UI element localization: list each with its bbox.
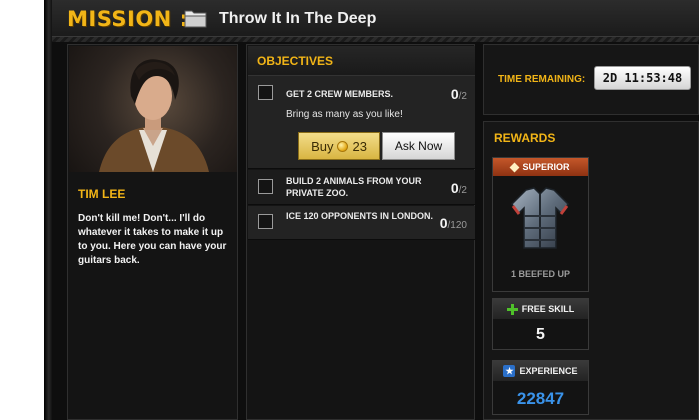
reward-item-name: 1 BEEFED UP xyxy=(510,269,570,279)
free-skill-card: FREE SKILL 5 xyxy=(492,298,589,350)
experience-header: ★ EXPERIENCE xyxy=(493,361,588,381)
objective-checkbox[interactable] xyxy=(258,179,273,194)
objective-progress: 0/120 xyxy=(440,215,467,231)
progress-done: 0 xyxy=(450,180,459,196)
mission-label: MISSION : xyxy=(67,7,189,31)
rewards-panel: REWARDS SUPERIOR 1 BEEFED UP FREE SKILL … xyxy=(483,121,699,420)
free-skill-value: 5 xyxy=(536,326,545,343)
rarity-badge: SUPERIOR xyxy=(493,158,588,176)
buy-button[interactable]: Buy 23 xyxy=(298,132,380,160)
free-skill-header: FREE SKILL xyxy=(493,299,588,319)
character-dialogue: Don't kill me! Don't... I'll do whatever… xyxy=(78,213,227,266)
time-remaining-label: TIME REMAINING: xyxy=(498,74,586,85)
objective-item: BUILD 2 ANIMALS FROM YOUR PRIVATE ZOO. 0… xyxy=(248,170,475,205)
progress-total: /2 xyxy=(458,185,467,196)
character-panel: TIM LEE Don't kill me! Don't... I'll do … xyxy=(67,44,238,420)
diamond-icon xyxy=(510,162,520,172)
objective-text: ICE 120 OPPONENTS IN LONDON. xyxy=(286,211,434,221)
progress-done: 0 xyxy=(439,215,448,231)
header-divider xyxy=(52,37,699,42)
portrait-figure xyxy=(99,59,209,172)
objective-text: BUILD 2 ANIMALS FROM YOUR PRIVATE ZOO. xyxy=(286,176,422,198)
objective-item: ICE 120 OPPONENTS IN LONDON. 0/120 xyxy=(248,206,475,240)
time-remaining-value: 2D 11:53:48 xyxy=(594,66,691,90)
plus-icon xyxy=(506,303,518,315)
objectives-panel: OBJECTIVES GET 2 CREW MEMBERS. 0/2 Bring… xyxy=(246,44,475,420)
objective-checkbox[interactable] xyxy=(258,85,273,100)
folder-icon xyxy=(184,10,207,28)
rarity-label: SUPERIOR xyxy=(522,162,570,172)
objectives-title: OBJECTIVES xyxy=(248,46,475,76)
experience-label: EXPERIENCE xyxy=(519,366,578,376)
objective-progress: 0/2 xyxy=(451,180,467,196)
star-icon: ★ xyxy=(503,365,516,377)
progress-total: /2 xyxy=(458,91,467,102)
timer-panel: TIME REMAINING: 2D 11:53:48 xyxy=(483,44,699,115)
reward-item-card[interactable]: SUPERIOR 1 BEEFED UP xyxy=(492,157,589,292)
progress-total: /120 xyxy=(447,220,467,231)
shirt-icon xyxy=(511,187,569,249)
objective-checkbox[interactable] xyxy=(258,214,273,229)
coin-icon xyxy=(337,140,349,152)
window-edge xyxy=(44,0,52,420)
ask-now-button[interactable]: Ask Now xyxy=(382,132,455,160)
character-name: TIM LEE xyxy=(78,187,126,201)
objective-hint: Bring as many as you like! xyxy=(286,109,403,120)
character-portrait xyxy=(69,46,237,172)
objective-item: GET 2 CREW MEMBERS. 0/2 Bring as many as… xyxy=(248,76,475,169)
experience-value: 22847 xyxy=(516,389,565,408)
free-skill-label: FREE SKILL xyxy=(521,304,575,314)
progress-done: 0 xyxy=(450,86,459,102)
experience-card: ★ EXPERIENCE 22847 xyxy=(492,360,589,415)
rewards-title: REWARDS xyxy=(494,131,556,145)
objective-progress: 0/2 xyxy=(451,86,467,102)
objective-text: GET 2 CREW MEMBERS. xyxy=(286,89,394,99)
buy-cost: 23 xyxy=(352,138,367,154)
mission-title: Throw It In The Deep xyxy=(219,10,377,27)
buy-label: Buy xyxy=(311,138,334,154)
